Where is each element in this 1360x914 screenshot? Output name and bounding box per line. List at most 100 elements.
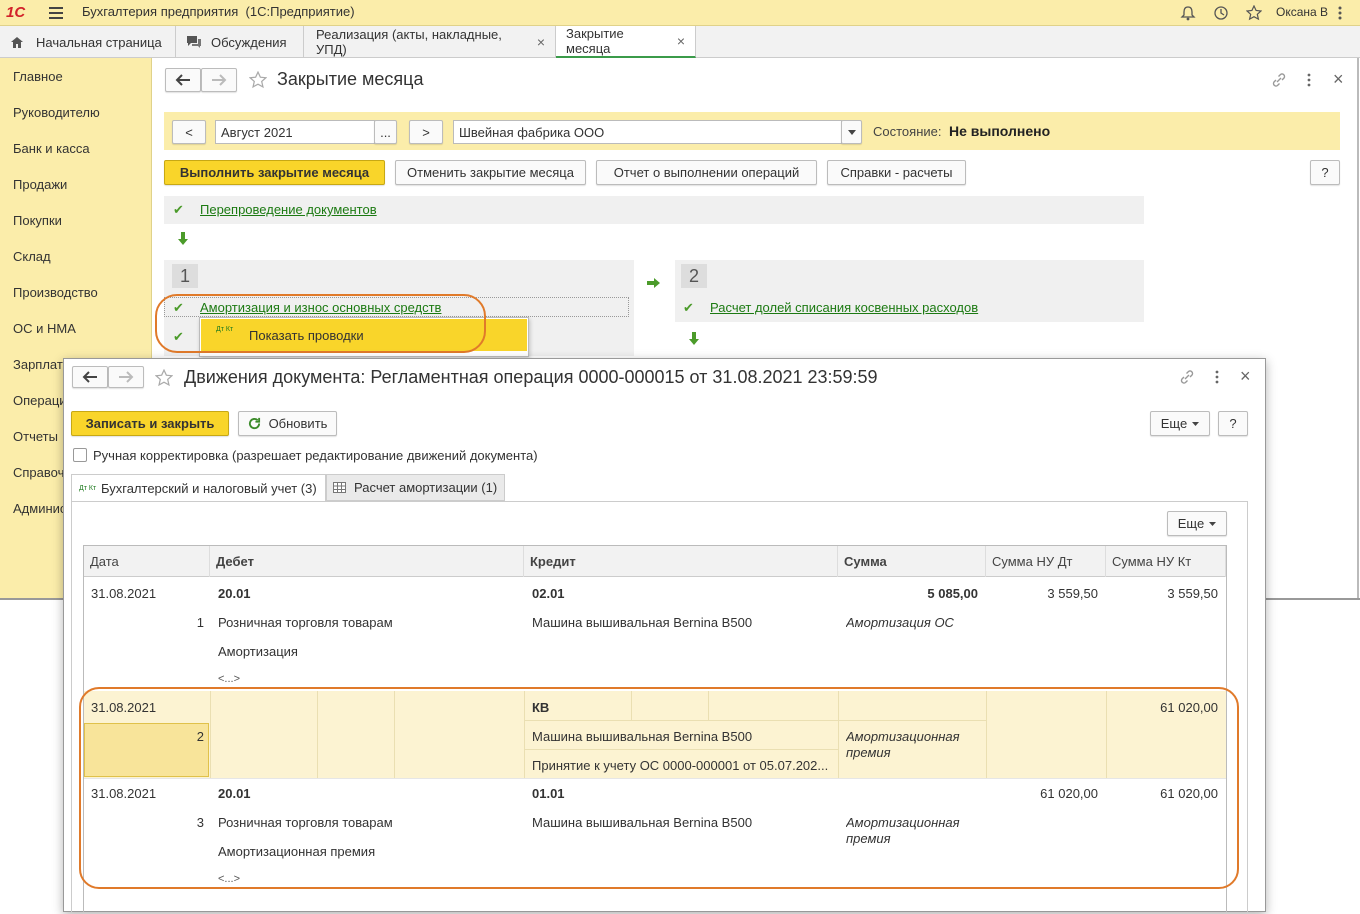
sidebar-item-director[interactable]: Руководителю <box>13 105 100 120</box>
sidebar-item-admin[interactable]: Администрирование <box>13 501 63 516</box>
sidebar-item-sales[interactable]: Продажи <box>13 177 67 192</box>
col-nu-kt[interactable]: Сумма НУ Кт <box>1106 546 1226 577</box>
dt-kt-icon: Дт Кт <box>79 484 97 492</box>
arrow-right-icon <box>119 371 134 383</box>
arrow-left-icon <box>175 74 190 86</box>
annotation-oval <box>155 294 486 353</box>
close-icon[interactable]: × <box>677 33 685 49</box>
org-dropdown-button[interactable] <box>841 120 862 144</box>
row-debit-sub2: Амортизация <box>218 644 298 659</box>
star-icon[interactable] <box>1245 4 1263 22</box>
back-button[interactable] <box>165 68 201 92</box>
row-nu-kt: 3 559,50 <box>1167 586 1218 601</box>
main-window-bottom <box>0 598 64 600</box>
user-name[interactable]: Оксана В <box>1276 5 1328 19</box>
dialog-back-button[interactable] <box>72 366 108 388</box>
link-icon[interactable] <box>1270 72 1288 88</box>
chevron-down-icon <box>1209 521 1217 526</box>
close-icon[interactable]: × <box>537 34 545 50</box>
manual-edit-checkbox[interactable] <box>73 448 87 462</box>
tab-sales[interactable]: Реализация (акты, накладные, УПД) × <box>304 26 556 58</box>
annotation-frame <box>79 687 1239 889</box>
arrow-right-icon <box>212 74 227 86</box>
more-icon[interactable] <box>1304 72 1314 88</box>
save-close-button[interactable]: Записать и закрыть <box>71 411 229 436</box>
col-nu-dt[interactable]: Сумма НУ Дт <box>986 546 1106 577</box>
menu-icon[interactable] <box>48 5 64 21</box>
step1-number: 1 <box>172 264 198 288</box>
dialog-forward-button[interactable] <box>108 366 144 388</box>
refresh-icon <box>248 417 260 430</box>
favorite-star-icon[interactable] <box>154 368 174 388</box>
period-field[interactable]: Август 2021 <box>215 120 375 144</box>
period-select-button[interactable]: ... <box>374 120 397 144</box>
calc-reports-button[interactable]: Справки - расчеты <box>827 160 966 185</box>
col-date[interactable]: Дата <box>84 546 210 577</box>
more-icon[interactable] <box>1212 369 1222 385</box>
dialog-close-icon[interactable]: × <box>1240 366 1251 387</box>
tab-depreciation-calc[interactable]: Расчет амортизации (1) <box>326 474 505 501</box>
table-more-button[interactable]: Еще <box>1167 511 1227 536</box>
sidebar-item-reports[interactable]: Отчеты <box>13 429 63 444</box>
sidebar-item-operations[interactable]: Операции <box>13 393 63 408</box>
dialog-help-button[interactable]: ? <box>1218 411 1248 436</box>
app-logo[interactable]: 1С <box>6 4 38 22</box>
tab-discussions[interactable]: Обсуждения <box>176 26 304 58</box>
dialog-title: Движения документа: Регламентная операци… <box>184 367 878 387</box>
row-number: 1 <box>196 615 204 630</box>
sidebar-item-bank[interactable]: Банк и касса <box>13 141 90 156</box>
arrow-left-icon <box>82 371 97 383</box>
sidebar-item-salary[interactable]: Зарплата <box>13 357 63 372</box>
indirect-costs-link[interactable]: Расчет долей списания косвенных расходов <box>710 300 978 315</box>
period-next-button[interactable]: > <box>409 120 443 144</box>
close-icon[interactable]: × <box>1333 69 1344 90</box>
cancel-close-button[interactable]: Отменить закрытие месяца <box>395 160 586 185</box>
sidebar-item-purchases[interactable]: Покупки <box>13 213 62 228</box>
table-icon <box>333 482 346 493</box>
row-sum-desc: Амортизация ОС <box>846 615 954 630</box>
chat-icon <box>187 36 201 48</box>
tab-home[interactable]: Начальная страница <box>0 26 176 58</box>
sidebar-item-warehouse[interactable]: Склад <box>13 249 51 264</box>
link-icon[interactable] <box>1178 369 1196 385</box>
repost-link[interactable]: Перепроведение документов <box>200 202 377 217</box>
main-window-border <box>1357 58 1359 600</box>
table-more-label: Еще <box>1177 516 1205 531</box>
run-close-button[interactable]: Выполнить закрытие месяца <box>164 160 385 185</box>
page-title: Закрытие месяца <box>277 69 424 89</box>
row-date: 31.08.2021 <box>91 586 157 601</box>
tab-month-close[interactable]: Закрытие месяца × <box>556 26 696 58</box>
dialog-more-button[interactable]: Еще <box>1150 411 1210 436</box>
check-icon: ✔ <box>683 300 694 315</box>
help-button[interactable]: ? <box>1310 160 1340 185</box>
more-icon[interactable] <box>1334 4 1346 22</box>
row-sum: 5 085,00 <box>927 586 978 601</box>
history-icon[interactable] <box>1212 4 1230 22</box>
sidebar-item-assets[interactable]: ОС и НМА <box>13 321 76 336</box>
tab-home-label: Начальная страница <box>36 34 162 50</box>
status-value: Не выполнено <box>949 123 1051 139</box>
col-credit[interactable]: Кредит <box>524 546 838 577</box>
sidebar-item-catalogs[interactable]: Справочники <box>13 465 63 480</box>
org-field[interactable]: Швейная фабрика ООО <box>453 120 842 144</box>
favorite-star-icon[interactable] <box>248 70 268 90</box>
tab-accounting[interactable]: Дт Кт Бухгалтерский и налоговый учет (3) <box>71 474 326 502</box>
operations-report-button[interactable]: Отчет о выполнении операций <box>596 160 817 185</box>
period-prev-button[interactable]: < <box>172 120 206 144</box>
dialog-more-label: Еще <box>1160 416 1188 431</box>
tab-accounting-label: Бухгалтерский и налоговый учет (3) <box>101 481 317 496</box>
col-debit[interactable]: Дебет <box>210 546 524 577</box>
sidebar-item-main[interactable]: Главное <box>13 69 63 84</box>
refresh-label: Обновить <box>268 416 328 431</box>
row-credit-sub1: Машина вышивальная Bernina B500 <box>532 615 753 630</box>
bell-icon[interactable] <box>1179 4 1197 22</box>
main-window-bottom-right <box>1265 598 1360 600</box>
col-sum[interactable]: Сумма <box>838 546 986 577</box>
chevron-down-icon <box>847 129 856 135</box>
manual-edit-label: Ручная корректировка (разрешает редактир… <box>93 448 538 463</box>
sidebar-item-production[interactable]: Производство <box>13 285 98 300</box>
arrow-right-green-icon <box>647 277 661 292</box>
tab-sales-label: Реализация (акты, накладные, УПД) <box>316 27 502 57</box>
refresh-button[interactable]: Обновить <box>238 411 337 436</box>
forward-button[interactable] <box>201 68 237 92</box>
